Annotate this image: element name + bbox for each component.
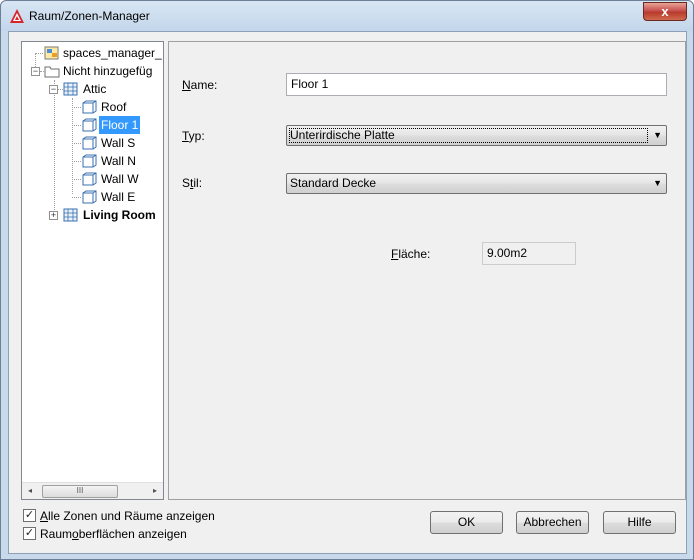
chevron-down-icon[interactable]: ▼ [653, 126, 662, 145]
surface-icon [82, 100, 97, 114]
typ-label: Typ: [182, 129, 205, 143]
tree-item-label-selected: Floor 1 [99, 116, 141, 134]
tree-item-label: Roof [101, 100, 127, 114]
checkbox-checked-icon[interactable]: ✓ [23, 527, 36, 540]
surface-icon [82, 154, 97, 168]
tree-item-attic[interactable]: − Attic [22, 80, 163, 98]
close-button[interactable]: x [643, 2, 687, 21]
surface-icon [82, 190, 97, 204]
scroll-left-icon[interactable]: ◂ [24, 485, 36, 497]
scroll-right-icon[interactable]: ▸ [149, 485, 161, 497]
tree-item-label: Wall W [101, 172, 139, 186]
folder-icon [44, 66, 60, 78]
show-surfaces-checkbox[interactable]: ✓ Raumoberflächen anzeigen [23, 526, 223, 542]
cancel-button[interactable]: Abbrechen [516, 511, 589, 534]
tree-item-label: spaces_manager_ [63, 46, 162, 60]
tree-item-label: Attic [83, 82, 107, 96]
name-field[interactable]: Floor 1 [286, 73, 667, 96]
dialog-client-area: spaces_manager_ − Nicht hinzugefüg − Att… [8, 31, 687, 554]
tree-item-label: Nicht hinzugefüg [63, 64, 153, 78]
name-label: Name: [182, 78, 218, 92]
autocad-logo-icon [10, 9, 24, 23]
scroll-thumb[interactable]: III [42, 485, 118, 498]
tree-item-label: Wall E [101, 190, 136, 204]
tree-item-unassigned[interactable]: − Nicht hinzugefüg [22, 62, 163, 80]
tree-item-wall-n[interactable]: Wall N [22, 152, 163, 170]
show-all-zones-label: Alle Zonen und Räume anzeigen [40, 509, 215, 523]
stil-dropdown-value: Standard Decke [290, 176, 377, 190]
dialog-window: Raum/Zonen-Manager x spaces_manager_ − N… [0, 0, 694, 560]
tree-item-wall-w[interactable]: Wall W [22, 170, 163, 188]
tree-item-project[interactable]: spaces_manager_ [22, 44, 163, 62]
typ-dropdown-value: Unterirdische Platte [290, 128, 395, 142]
chevron-down-icon[interactable]: ▼ [653, 174, 662, 193]
tree-item-wall-s[interactable]: Wall S [22, 134, 163, 152]
ok-button[interactable]: OK [430, 511, 503, 534]
surface-icon [82, 172, 97, 186]
stil-dropdown[interactable]: Standard Decke ▼ [286, 173, 667, 194]
stil-label: Stil: [182, 176, 203, 190]
tree-item-label: Wall N [101, 154, 136, 168]
tree-item-wall-e[interactable]: Wall E [22, 188, 163, 206]
collapse-icon[interactable]: − [49, 85, 58, 94]
surface-icon [82, 118, 97, 132]
tree-horizontal-scrollbar[interactable]: ◂ III ▸ [22, 482, 163, 499]
tree-item-living-room[interactable]: + Living Room [22, 206, 163, 224]
window-title: Raum/Zonen-Manager [29, 9, 150, 23]
space-tree[interactable]: spaces_manager_ − Nicht hinzugefüg − Att… [21, 41, 164, 500]
room-icon [63, 82, 78, 96]
project-icon [44, 46, 59, 60]
show-surfaces-label: Raumoberflächen anzeigen [40, 527, 187, 541]
typ-dropdown[interactable]: Unterirdische Platte ▼ [286, 125, 667, 146]
tree-item-floor-1[interactable]: Floor 1 [22, 116, 163, 134]
flaeche-value: 9.00m2 [482, 242, 576, 265]
tree-item-label: Living Room [83, 208, 156, 222]
expand-icon[interactable]: + [49, 211, 58, 220]
checkbox-checked-icon[interactable]: ✓ [23, 509, 36, 522]
tree-item-label: Wall S [101, 136, 136, 150]
properties-pane: Name: Floor 1 Typ: Unterirdische Platte … [168, 41, 686, 500]
collapse-icon[interactable]: − [31, 67, 40, 76]
close-icon: x [661, 4, 669, 19]
flaeche-label: Fläche: [391, 247, 431, 261]
tree-item-roof[interactable]: Roof [22, 98, 163, 116]
title-bar[interactable]: Raum/Zonen-Manager x [1, 1, 693, 31]
help-button[interactable]: Hilfe [603, 511, 676, 534]
room-icon [63, 208, 78, 222]
surface-icon [82, 136, 97, 150]
show-all-zones-checkbox[interactable]: ✓ Alle Zonen und Räume anzeigen [23, 508, 223, 524]
